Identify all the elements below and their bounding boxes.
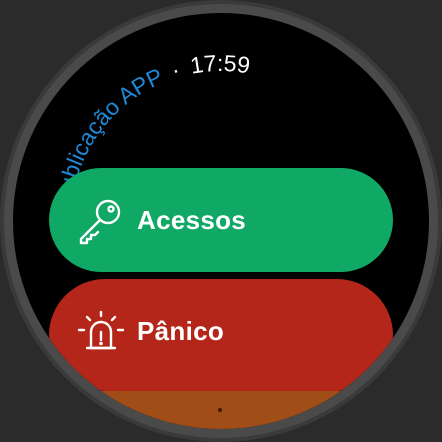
clock-time: 17:59 — [188, 50, 251, 79]
menu-item-label: Pânico — [137, 315, 225, 346]
header-separator: · — [168, 56, 183, 83]
menu-item-partial[interactable] — [73, 391, 373, 429]
scroll-indicator — [218, 408, 222, 412]
watch-screen: Publicação APP · 17:59 Acessos — [13, 13, 429, 429]
menu-item-acessos[interactable]: Acessos — [49, 168, 393, 272]
menu-item-label: Acessos — [137, 204, 247, 235]
siren-alarm-icon — [75, 305, 127, 357]
menu-item-panico[interactable]: Pânico — [49, 279, 393, 391]
key-icon — [75, 194, 127, 246]
